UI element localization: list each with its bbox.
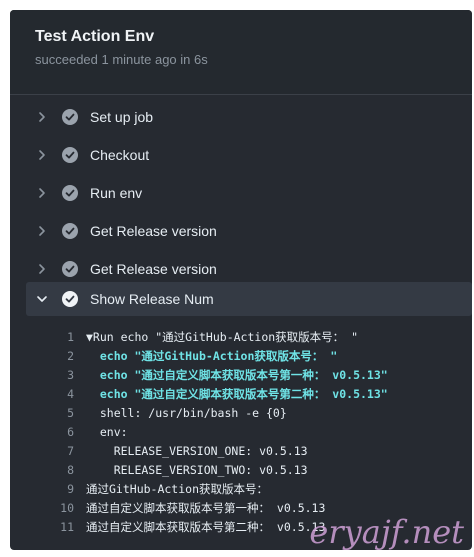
log-line: 4 echo "通过自定义脚本获取版本号第二种： v0.5.13" [46, 385, 466, 404]
log-text: RELEASE_VERSION_TWO: v0.5.13 [86, 463, 308, 477]
log-line: 8 RELEASE_VERSION_TWO: v0.5.13 [46, 461, 466, 480]
log-line: 6 env: [46, 423, 466, 442]
step-row[interactable]: Checkout [26, 138, 472, 172]
step-row[interactable]: Run env [26, 176, 472, 210]
chevron-right-icon[interactable] [36, 149, 48, 161]
step-row[interactable]: Set up job [26, 100, 472, 134]
log-text: RELEASE_VERSION_ONE: v0.5.13 [86, 444, 308, 458]
log-text: echo "通过自定义脚本获取版本号第一种： v0.5.13" [86, 368, 388, 382]
log-text: 通过自定义脚本获取版本号第一种： v0.5.13 [86, 501, 326, 515]
check-circle-icon [62, 185, 78, 201]
log-text: echo "通过GitHub-Action获取版本号： " [86, 349, 338, 363]
line-number[interactable]: 11 [46, 518, 74, 537]
check-circle-icon [62, 291, 78, 307]
job-status-text: succeeded 1 minute ago in 6s [35, 52, 208, 67]
log-line: 3 echo "通过自定义脚本获取版本号第一种： v0.5.13" [46, 366, 466, 385]
log-text: ▼Run echo "通过GitHub-Action获取版本号： " [86, 330, 359, 344]
step-label: Checkout [90, 147, 150, 163]
step-row[interactable]: Get Release version [26, 252, 472, 286]
job-log-panel: Test Action Env succeeded 1 minute ago i… [10, 10, 472, 550]
check-circle-icon [62, 147, 78, 163]
check-circle-icon [62, 261, 78, 277]
line-number[interactable]: 8 [46, 461, 74, 480]
line-number[interactable]: 2 [46, 347, 74, 366]
log-text: echo "通过自定义脚本获取版本号第二种： v0.5.13" [86, 387, 388, 401]
step-row[interactable]: Show Release Num [26, 282, 472, 316]
chevron-down-icon[interactable] [36, 293, 48, 305]
log-text: 通过自定义脚本获取版本号第二种： v0.5.13 [86, 520, 326, 534]
line-number[interactable]: 10 [46, 499, 74, 518]
step-label: Get Release version [90, 261, 217, 277]
step-log: 1 ▼Run echo "通过GitHub-Action获取版本号： " 2 ech… [46, 328, 466, 537]
step-row[interactable]: Get Release version [26, 214, 472, 248]
chevron-right-icon[interactable] [36, 263, 48, 275]
line-number[interactable]: 7 [46, 442, 74, 461]
chevron-right-icon[interactable] [36, 225, 48, 237]
log-line: 5 shell: /usr/bin/bash -e {0} [46, 404, 466, 423]
log-text: shell: /usr/bin/bash -e {0} [86, 406, 287, 420]
log-line: 1 ▼Run echo "通过GitHub-Action获取版本号： " [46, 328, 466, 347]
line-number[interactable]: 6 [46, 423, 74, 442]
log-line: 2 echo "通过GitHub-Action获取版本号： " [46, 347, 466, 366]
line-number[interactable]: 3 [46, 366, 74, 385]
step-label: Get Release version [90, 223, 217, 239]
line-number[interactable]: 9 [46, 480, 74, 499]
chevron-right-icon[interactable] [36, 187, 48, 199]
log-text: 通过GitHub-Action获取版本号： [86, 482, 269, 496]
check-circle-icon [62, 109, 78, 125]
step-label: Set up job [90, 109, 154, 125]
step-label: Show Release Num [90, 291, 214, 307]
chevron-right-icon[interactable] [36, 111, 48, 123]
step-label: Run env [90, 185, 143, 201]
job-header: Test Action Env succeeded 1 minute ago i… [10, 10, 472, 95]
line-number[interactable]: 4 [46, 385, 74, 404]
log-text: env: [86, 425, 128, 439]
log-line: 9 通过GitHub-Action获取版本号： [46, 480, 466, 499]
line-number[interactable]: 5 [46, 404, 74, 423]
line-number[interactable]: 1 [46, 328, 74, 347]
job-title: Test Action Env [35, 28, 155, 45]
check-circle-icon [62, 223, 78, 239]
log-line: 7 RELEASE_VERSION_ONE: v0.5.13 [46, 442, 466, 461]
watermark: eryajf.net [309, 513, 464, 551]
